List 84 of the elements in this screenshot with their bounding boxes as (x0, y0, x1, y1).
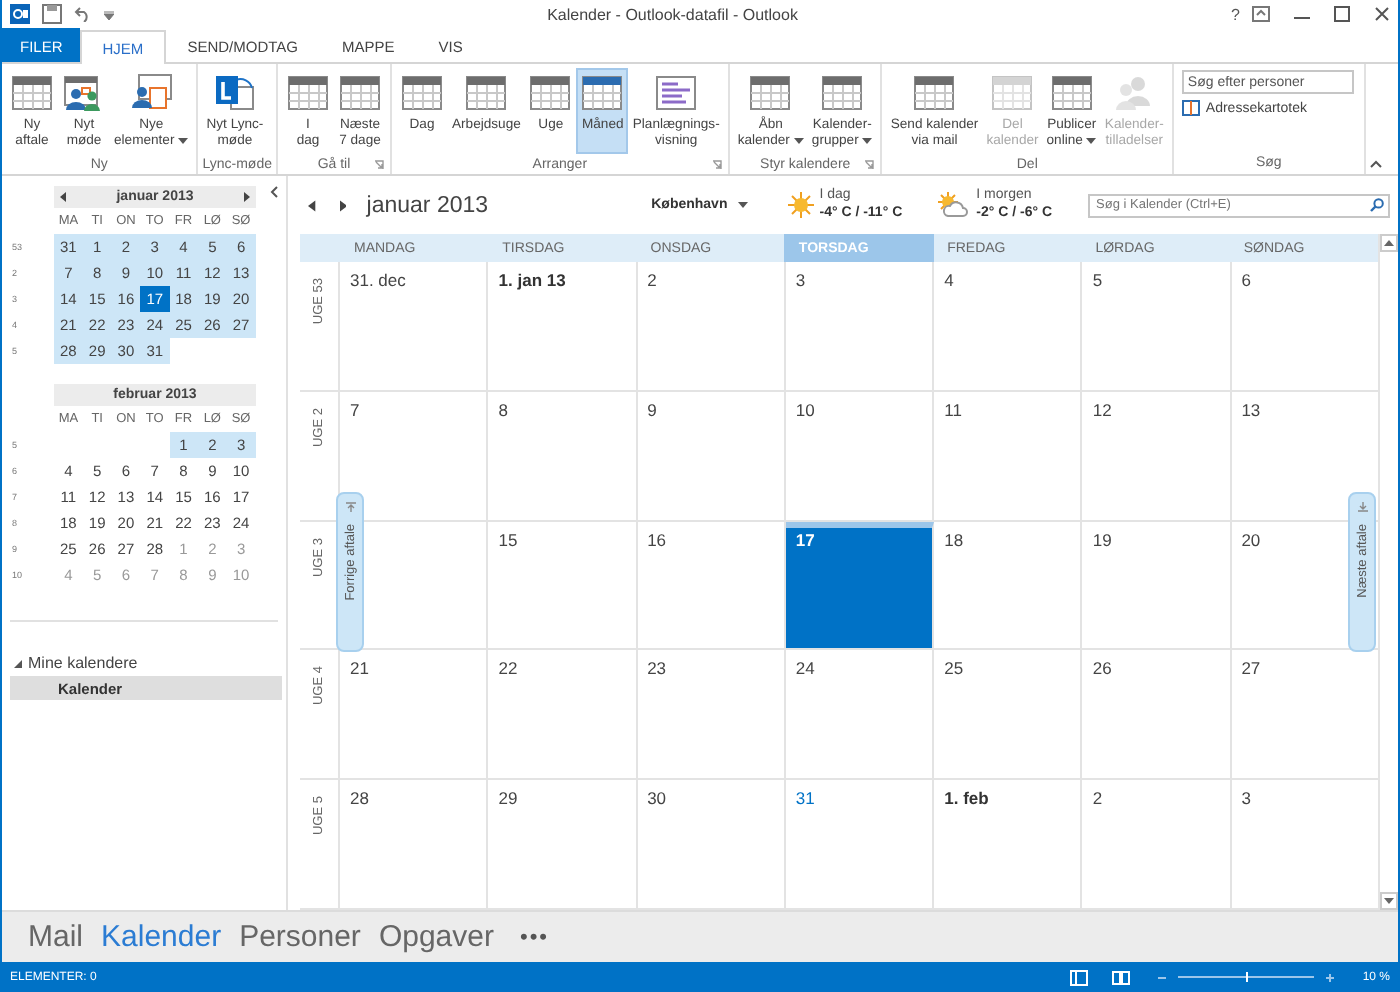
next-month-icon[interactable] (244, 192, 250, 202)
day-number[interactable]: 1. feb (944, 788, 989, 809)
more-button[interactable]: ••• (519, 925, 550, 949)
month-title: januar 2013 (366, 193, 491, 217)
today-highlight[interactable]: 17 (785, 521, 935, 649)
maximize-icon[interactable] (1334, 6, 1350, 22)
previous-month-icon[interactable] (60, 192, 66, 202)
day-number[interactable]: 28 (350, 788, 369, 809)
day-number[interactable]: 17 (795, 529, 815, 550)
day-number[interactable]: 21 (350, 658, 369, 679)
day-number[interactable]: 25 (944, 658, 964, 679)
day-number[interactable]: 15 (498, 529, 518, 550)
window-title: Kalender - Outlook-datafil - Outlook (545, 5, 800, 23)
day-number[interactable]: 31. dec (350, 270, 406, 290)
sun-cloud-icon (938, 192, 971, 218)
search-icon (1370, 198, 1385, 212)
book-icon (1181, 100, 1200, 116)
day-number[interactable]: 3 (795, 270, 806, 290)
day-number[interactable]: 13 (1241, 399, 1261, 420)
nav-item[interactable]: Personer (239, 920, 361, 954)
calendar-icon (10, 72, 54, 112)
day-number[interactable]: 16 (647, 529, 667, 550)
day-number[interactable]: 5 (1092, 270, 1103, 290)
nav-item[interactable]: Opgaver (378, 920, 494, 954)
calendar-people-icon (62, 72, 106, 112)
zoom-in-icon[interactable] (1326, 973, 1334, 981)
zoom-out-icon[interactable] (1158, 973, 1166, 981)
scroll-down-icon[interactable] (1380, 892, 1398, 910)
day-number[interactable]: 29 (498, 788, 518, 809)
help-button[interactable]: ? (1231, 5, 1240, 23)
day-number[interactable]: 31 (795, 788, 815, 809)
sun-icon (787, 192, 814, 218)
day-number[interactable]: 12 (1092, 399, 1112, 420)
scroll-up-icon[interactable] (1380, 234, 1398, 252)
dialog-launcher-icon[interactable] (711, 160, 722, 170)
dropdown-caret-icon (178, 137, 189, 144)
arrow-down-icon (1357, 502, 1367, 512)
day-number[interactable]: 26 (1092, 658, 1112, 679)
ribbon-display-icon[interactable] (1252, 6, 1270, 22)
dropdown-caret-icon (862, 137, 873, 144)
previous-icon[interactable] (308, 199, 316, 211)
dialog-launcher-icon[interactable] (864, 160, 875, 170)
normal-view-icon[interactable] (1070, 969, 1088, 985)
day-number[interactable]: 8 (498, 399, 509, 420)
arrow-up-icon (345, 502, 355, 512)
day-number[interactable]: 30 (647, 788, 667, 809)
customize-caret-icon[interactable] (104, 9, 114, 19)
folder-group-header[interactable]: Mine kalendere (14, 654, 286, 672)
day-number[interactable]: 27 (1241, 658, 1261, 679)
dialog-launcher-icon[interactable] (374, 160, 384, 170)
lync-icon (212, 72, 257, 112)
save-icon[interactable] (42, 4, 62, 24)
close-icon[interactable] (1374, 6, 1390, 22)
day-number[interactable]: 23 (647, 658, 667, 679)
reading-view-icon[interactable] (1112, 969, 1130, 985)
schedule-view-icon (654, 72, 699, 112)
calendar-month-icon (580, 72, 625, 112)
day-number[interactable]: 9 (647, 399, 657, 420)
day-number[interactable]: 4 (944, 270, 954, 290)
day-number[interactable]: 2 (1092, 788, 1103, 809)
next-icon[interactable] (339, 199, 347, 211)
expanded-triangle-icon (14, 659, 22, 667)
caret-icon (737, 202, 748, 208)
day-number[interactable]: 19 (1092, 529, 1112, 550)
day-number[interactable]: 18 (944, 529, 964, 550)
dropdown-caret-icon (1086, 137, 1097, 144)
day-number[interactable]: 24 (795, 658, 815, 679)
collapse-ribbon-icon[interactable] (1369, 160, 1382, 168)
app-logo-icon[interactable] (10, 4, 30, 24)
nav-item[interactable]: Kalender (101, 920, 222, 954)
collapse-pane-icon[interactable] (270, 186, 278, 198)
new-items-icon (129, 72, 174, 112)
day-number[interactable]: 2 (647, 270, 657, 290)
day-number[interactable]: 7 (350, 399, 360, 420)
day-number[interactable]: 11 (944, 399, 962, 420)
day-number[interactable]: 20 (1241, 529, 1261, 550)
day-number[interactable]: 1. jan 13 (498, 270, 566, 290)
day-number[interactable]: 10 (795, 399, 815, 420)
dropdown-caret-icon (793, 137, 804, 144)
undo-icon[interactable] (74, 6, 92, 22)
day-number[interactable]: 3 (1241, 788, 1251, 809)
day-number[interactable]: 6 (1241, 270, 1251, 290)
day-number[interactable]: 22 (498, 658, 518, 679)
nav-item[interactable]: Mail (28, 920, 84, 954)
